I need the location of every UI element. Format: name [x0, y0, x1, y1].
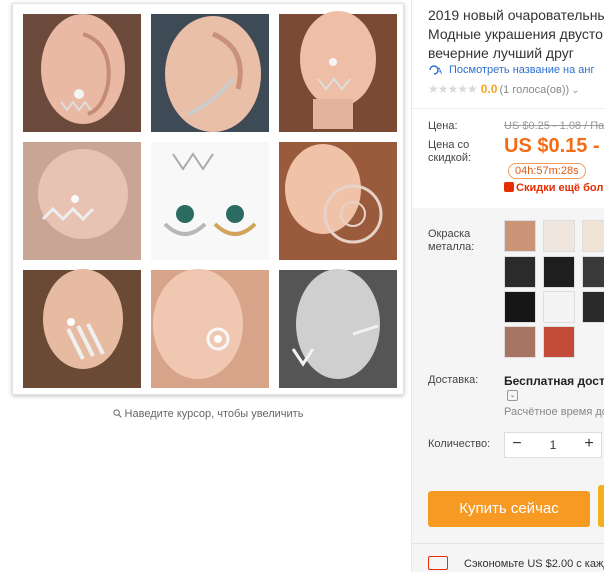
photo-2	[151, 14, 269, 132]
discount-price-label: Цена со скидкой:	[428, 139, 472, 164]
color-swatch[interactable]	[582, 220, 604, 252]
photo-6	[279, 142, 397, 260]
photo-4	[23, 142, 141, 260]
color-label: Окраска металла:	[428, 228, 475, 253]
color-swatch[interactable]	[504, 291, 536, 323]
shipping-estimate: Расчётное время до	[504, 406, 604, 418]
discount-note: Скидки ещё бол	[516, 182, 604, 194]
current-price: US $0.15 - (	[504, 135, 604, 157]
photo-5	[151, 142, 269, 260]
divider	[412, 543, 604, 544]
translate-link[interactable]: A Посмотреть название на анг	[428, 64, 595, 76]
product-image-grid[interactable]	[12, 3, 404, 395]
photo-8	[151, 269, 269, 388]
chevron-down-icon[interactable]: ⌄	[507, 390, 518, 401]
countdown-timer: 04h:57m:28s	[508, 163, 586, 179]
title-line: 2019 новый очаровательны	[428, 7, 604, 23]
color-swatch[interactable]	[504, 326, 536, 358]
color-swatch[interactable]	[504, 256, 536, 288]
photo-1	[23, 14, 141, 132]
discount-icon	[504, 182, 514, 192]
product-title: 2019 новый очаровательны Модные украшени…	[428, 6, 604, 63]
product-collage	[23, 11, 397, 388]
chevron-down-icon: ⌄	[571, 85, 580, 96]
shipping-value: Бесплатная достав	[504, 374, 604, 388]
magnifier-icon	[112, 409, 122, 418]
color-swatch[interactable]	[582, 256, 604, 288]
product-info-panel: 2019 новый очаровательны Модные украшени…	[412, 0, 604, 572]
photo-9	[279, 269, 397, 388]
translate-link-text: Посмотреть название на анг	[449, 64, 595, 76]
title-line: Модные украшения двусто	[428, 26, 603, 42]
quantity-plus-button[interactable]: +	[577, 433, 601, 457]
quantity-minus-button[interactable]: −	[505, 433, 529, 457]
original-price: US $0.25 - 1.08 / Пар	[504, 120, 604, 132]
color-swatch[interactable]	[543, 220, 575, 252]
color-swatch[interactable]	[543, 291, 575, 323]
svg-text:A: A	[436, 66, 442, 76]
color-swatch[interactable]	[543, 256, 575, 288]
title-line: вечерние лучший друг	[428, 45, 574, 61]
translate-icon: A	[429, 65, 442, 76]
buy-now-button[interactable]: Купить сейчас	[428, 491, 590, 527]
quantity-label: Количество:	[428, 438, 491, 450]
photo-7	[23, 269, 141, 388]
rating-score: 0.0	[480, 82, 498, 96]
divider	[412, 108, 604, 109]
zoom-hint: Наведите курсор, чтобы увеличить	[0, 408, 416, 420]
rating-stars: ★★★★★	[428, 82, 478, 96]
rating-votes: (1 голоса(ов))	[499, 84, 570, 96]
photo-3	[279, 11, 397, 132]
rating[interactable]: ★★★★★ 0.0 (1 голоса(ов)) ⌄	[428, 82, 580, 96]
zoom-hint-text: Наведите курсор, чтобы увеличить	[124, 408, 304, 420]
quantity-input[interactable]: 1	[529, 433, 577, 457]
price-label: Цена:	[428, 120, 458, 132]
color-swatch[interactable]	[543, 326, 575, 358]
shipping-label: Доставка:	[428, 374, 479, 386]
add-to-cart-button[interactable]	[598, 485, 604, 527]
coupon-text: Сэкономьте US $2.00 с кажд	[464, 558, 604, 570]
coupon-icon	[428, 556, 448, 570]
more-discounts-link[interactable]: Скидки ещё бол	[504, 182, 603, 194]
color-swatch[interactable]	[582, 291, 604, 323]
color-swatch[interactable]	[504, 220, 536, 252]
quantity-stepper: − 1 +	[504, 432, 602, 458]
